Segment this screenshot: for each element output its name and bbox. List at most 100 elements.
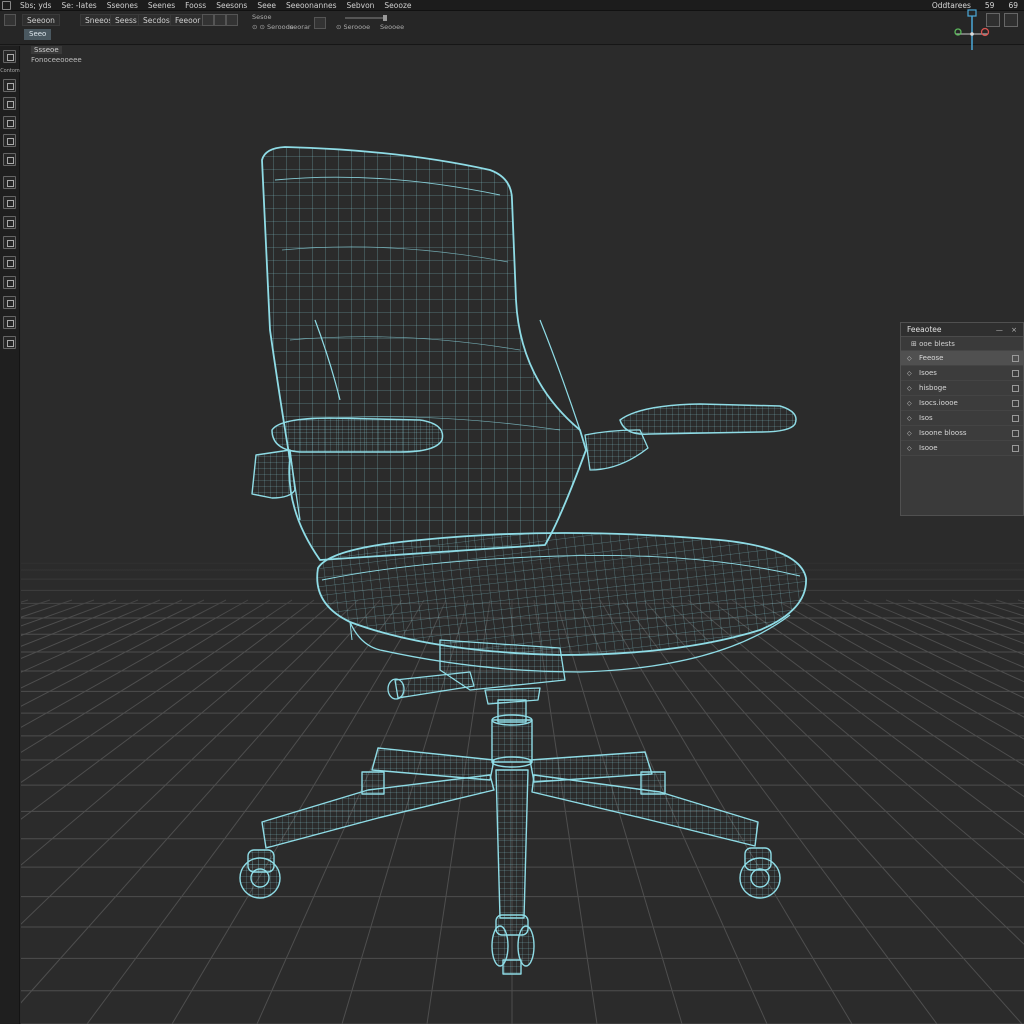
outliner-row-label: Isooe [919,444,938,452]
grid-line [797,599,1024,718]
outliner-window-controls[interactable]: — × [996,323,1020,337]
visibility-icon[interactable] [1012,355,1019,362]
outliner-row-6[interactable]: ◇ Isoone blooss [901,426,1023,441]
grid-line [21,599,117,637]
toolbar-button-5[interactable]: Feeoor [170,14,206,26]
menu-item-10[interactable]: Seooze [379,1,416,10]
menu-item-7[interactable]: Seee [252,1,281,10]
panel-toggle-icon[interactable] [1004,13,1018,27]
menu-item-4[interactable]: Seenes [143,1,180,10]
knife-tool-icon[interactable] [3,216,16,229]
tool-shelf: Contom [0,46,20,1024]
toolbar-slider[interactable] [345,15,387,21]
view-mode-chip[interactable]: Seeo [24,29,52,40]
grid-line [21,599,161,660]
grid-line [775,599,1024,740]
grid-line [731,599,1024,798]
grid-line [21,599,227,707]
outliner-header: Feeaotee — × [901,323,1023,337]
outliner-subtitle[interactable]: ⊞ ooe blests [901,337,1023,351]
outliner-row-label: Isos [919,414,933,422]
grid-line [929,599,1024,634]
visibility-icon[interactable] [1012,385,1019,392]
box-tool-icon[interactable] [3,236,16,249]
move-tool-icon[interactable] [3,79,16,92]
3d-viewport[interactable]: Ssseoe Fonoceeooeee [21,46,1024,1024]
outliner-row-3[interactable]: ◇ hisboge [901,381,1023,396]
light-icon[interactable] [3,336,16,349]
sphere-tool-icon[interactable] [3,256,16,269]
chair-gas-lift [491,699,533,768]
rotate-tool-icon[interactable] [3,97,16,110]
mesh-icon: ◇ [907,400,912,407]
mesh-icon: ◇ [907,370,912,377]
toolbar-button-1[interactable]: Seeoon [22,14,60,26]
grid-line [973,599,1024,617]
shape-tool-icon[interactable] [3,276,16,289]
menu-item-5[interactable]: Fooss [180,1,211,10]
menu-item-3[interactable]: Sseones [102,1,143,10]
outliner-row-4[interactable]: ◇ Isocs.ioooe [901,396,1023,411]
outliner-row-7[interactable]: ◇ Isooe [901,441,1023,456]
grid-line [21,599,293,783]
axis-gizmo-icon[interactable] [952,8,992,56]
toolbar-group-2-extra[interactable]: Seooee [380,23,404,31]
viewport-sublabel: Fonoceeooeee [31,56,82,64]
grid-line [21,599,139,647]
mesh-icon: ◇ [907,445,912,452]
measure-tool-icon[interactable] [3,296,16,309]
grid-line [841,599,1024,683]
status-number-2: 69 [1008,1,1018,10]
brush-tool-icon[interactable] [3,153,16,166]
grid-line [21,599,337,866]
wire-toggle-icon[interactable] [226,14,238,26]
chair-mechanism [387,639,566,705]
select-tool-icon[interactable] [3,50,16,63]
loop-cut-tool-icon[interactable] [3,176,16,189]
toolbar-group-1-title: Sesoe [252,13,272,21]
menu-item-1[interactable]: Sbs; yds [15,1,56,10]
grid-line [995,599,1024,610]
chair-base [261,747,759,919]
outliner-row-label: Isoone blooss [919,429,967,437]
grid-line [863,599,1024,668]
menu-item-2[interactable]: Se: -Iates [56,1,101,10]
menu-item-6[interactable]: Seesons [211,1,252,10]
outliner-row-2[interactable]: ◇ Isoes [901,366,1023,381]
camera-icon[interactable] [3,316,16,329]
bevel-tool-icon[interactable] [3,196,16,209]
outliner-row-label: hisboge [919,384,947,392]
grid-line [951,599,1024,625]
chair-right-armrest [584,403,797,471]
scale-tool-icon[interactable] [3,116,16,129]
viewport-scene[interactable] [21,46,1024,1024]
visibility-icon[interactable] [1012,445,1019,452]
outliner-row-1[interactable]: ◇ Feeose [901,351,1023,366]
toolbar-group-2-options[interactable]: ⊙ Seroooe [336,23,370,31]
grid-line [21,599,29,603]
grid-line [21,599,205,689]
toolbar-group-1-extra[interactable]: Iseorar [288,23,311,31]
grid-line [885,599,1024,656]
tool-preset-icon[interactable] [4,14,16,26]
snap-toggle-icon[interactable] [214,14,226,26]
menu-item-9[interactable]: Sebvon [342,1,380,10]
outliner-row-5[interactable]: ◇ Isos [901,411,1023,426]
visibility-icon[interactable] [1012,370,1019,377]
viewport-label[interactable]: Ssseoe [31,46,62,54]
grid-toggle-icon[interactable] [202,14,214,26]
mesh-icon: ◇ [907,415,912,422]
mesh-icon: ◇ [907,430,912,437]
outliner-row-label: Isoes [919,369,937,377]
grid-line [1017,599,1024,603]
outliner-row-label: Isocs.ioooe [919,399,958,407]
visibility-icon[interactable] [1012,415,1019,422]
menu-item-8[interactable]: Seeoonannes [281,1,342,10]
grid-line [21,599,73,618]
outliner-row-label: Feeose [919,354,944,362]
visibility-icon[interactable] [1012,430,1019,437]
extrude-tool-icon[interactable] [3,134,16,147]
app-icon[interactable] [2,0,11,10]
render-icon[interactable] [314,17,326,29]
visibility-icon[interactable] [1012,400,1019,407]
